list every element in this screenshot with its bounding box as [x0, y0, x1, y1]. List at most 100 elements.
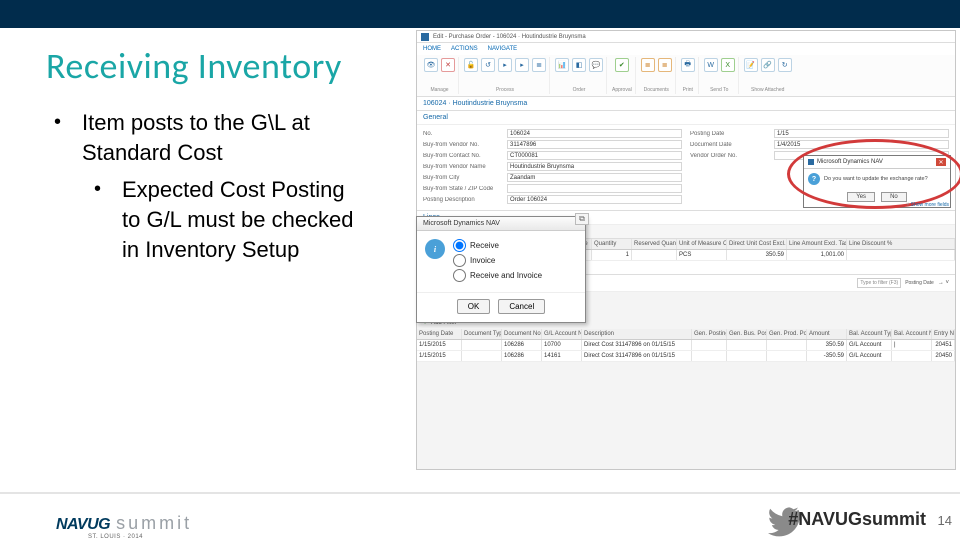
bullet-2: • Expected Cost Posting to G/L must be c…	[94, 175, 354, 264]
cell	[462, 340, 502, 350]
sort-arrow-icon[interactable]: → ˅	[938, 280, 949, 286]
ribbon-group-show: 📝 🔗 ↻ Show Attached	[741, 57, 795, 94]
field-value[interactable]: 31147896	[507, 140, 682, 149]
gle-grid-row[interactable]: 1/15/2015 106286 14161 Direct Cost 31147…	[417, 351, 955, 362]
cell	[767, 351, 807, 361]
links-icon[interactable]: 🔗	[761, 58, 775, 72]
gle-grid-row[interactable]: 1/15/2015 106286 10700 Direct Cost 31147…	[417, 340, 955, 351]
modal-title: Microsoft Dynamics NAV	[417, 217, 585, 231]
word-icon[interactable]: W	[704, 58, 718, 72]
invoice-icon[interactable]: ≣	[658, 58, 672, 72]
radio-invoice[interactable]	[453, 254, 466, 267]
tab-navigate[interactable]: NAVIGATE	[488, 46, 517, 52]
view-icon[interactable]: 👁	[424, 58, 438, 72]
col-duc: Direct Unit Cost Excl. Tax	[727, 239, 787, 249]
field-value[interactable]: 106024	[507, 129, 682, 138]
bullet-dot: •	[94, 175, 122, 264]
field-label: Buy-from Vendor Name	[423, 164, 503, 170]
field-label: No.	[423, 131, 503, 137]
field-value[interactable]: 1/4/2015	[774, 140, 949, 149]
col: Gen. Prod. Posting Group	[767, 329, 807, 339]
bullet-2-text: Expected Cost Posting to G/L must be che…	[122, 175, 354, 264]
show-more-link[interactable]: ˅ Show more fields	[906, 202, 949, 208]
cell: G/L Account	[847, 351, 892, 361]
cell: 1	[592, 250, 632, 260]
option-invoice[interactable]: Invoice	[453, 254, 542, 267]
field-label: Buy-from Contact No.	[423, 153, 503, 159]
field-label: Buy-from State / ZIP Code	[423, 186, 503, 192]
cell: Direct Cost 31147896 on 01/15/15	[582, 351, 692, 361]
ok-button[interactable]: OK	[457, 299, 491, 314]
mini-dialog-message: Do you want to update the exchange rate?	[824, 176, 928, 182]
cell: PCS	[677, 250, 727, 260]
delete-icon[interactable]: ✕	[441, 58, 455, 72]
cell	[847, 250, 955, 260]
col: Entry No.	[932, 329, 955, 339]
no-button[interactable]: No	[881, 192, 907, 202]
print-icon[interactable]: 🖶	[681, 58, 695, 72]
cell: |	[892, 340, 932, 350]
post-icon[interactable]: ▸	[498, 58, 512, 72]
col: G/L Account No.	[542, 329, 582, 339]
option-receive-invoice[interactable]: Receive and Invoice	[453, 269, 542, 282]
ribbon-group-manage: 👁 ✕ Manage	[421, 57, 459, 94]
close-icon[interactable]: ⧉	[575, 213, 589, 225]
field-value[interactable]: 1/15	[774, 129, 949, 138]
receipt-icon[interactable]: ≣	[641, 58, 655, 72]
slide-top-bar	[0, 0, 960, 28]
gle-grid-header: Posting Date Document Type Document No. …	[417, 329, 955, 340]
field-value[interactable]	[507, 184, 682, 193]
filter-input[interactable]: Type to filter (F3)	[857, 278, 901, 288]
col: Document Type	[462, 329, 502, 339]
excel-icon[interactable]: X	[721, 58, 735, 72]
option-receive[interactable]: Receive	[453, 239, 542, 252]
ribbon-group-process: 🔓 ↺ ▸ ▸ ≣ Process	[461, 57, 550, 94]
reopen-icon[interactable]: ↺	[481, 58, 495, 72]
exchange-rate-dialog: Microsoft Dynamics NAV ✕ ? Do you want t…	[803, 155, 951, 208]
field-value[interactable]: Houtindustrie Bruynsma	[507, 162, 682, 171]
release-icon[interactable]: 🔓	[464, 58, 478, 72]
cancel-button[interactable]: Cancel	[498, 299, 545, 314]
statistics-icon[interactable]: 📊	[555, 58, 569, 72]
col-lineamt: Line Amount Excl. Tax	[787, 239, 847, 249]
nav-screenshot: Edit - Purchase Order - 106024 · Houtind…	[416, 30, 956, 470]
cell	[692, 351, 727, 361]
notes-icon[interactable]: 📝	[744, 58, 758, 72]
ribbon-group-label: Documents	[644, 87, 669, 93]
tab-actions[interactable]: ACTIONS	[451, 46, 478, 52]
field-value[interactable]: Order 106024	[507, 195, 682, 204]
radio-receive[interactable]	[453, 239, 466, 252]
col: Bal. Account Type	[847, 329, 892, 339]
comments-icon[interactable]: 💬	[589, 58, 603, 72]
cell: G/L Account	[847, 340, 892, 350]
ribbon-group-order: 📊 ◧ 💬 Order	[552, 57, 607, 94]
bullet-1-text: Item posts to the G\L at Standard Cost	[82, 108, 354, 167]
tab-home[interactable]: HOME	[423, 46, 441, 52]
col: Description	[582, 329, 692, 339]
dimensions-icon[interactable]: ◧	[572, 58, 586, 72]
field-value[interactable]: CT000081	[507, 151, 682, 160]
refresh-icon[interactable]: ↻	[778, 58, 792, 72]
col: Bal. Account No.	[892, 329, 932, 339]
sort-field[interactable]: Posting Date	[905, 280, 934, 286]
cell	[462, 351, 502, 361]
field-value[interactable]: Zaandam	[507, 173, 682, 182]
app-icon	[421, 33, 429, 41]
cell: 350.59	[727, 250, 787, 260]
app-icon	[808, 159, 814, 165]
post-and-print-icon[interactable]: ▸	[515, 58, 529, 72]
radio-receive-invoice[interactable]	[453, 269, 466, 282]
cell	[727, 340, 767, 350]
close-icon[interactable]: ✕	[936, 158, 946, 166]
cell: Direct Cost 31147896 on 01/15/15	[582, 340, 692, 350]
mini-dialog-header: Microsoft Dynamics NAV ✕	[804, 156, 950, 169]
general-left-col: No.106024 Buy-from Vendor No.31147896 Bu…	[423, 129, 682, 206]
yes-button[interactable]: Yes	[847, 192, 875, 202]
test-report-icon[interactable]: ≣	[532, 58, 546, 72]
bullet-list: • Item posts to the G\L at Standard Cost…	[54, 108, 354, 264]
ribbon-group-approval: ✔ Approval	[609, 57, 636, 94]
slide-footer: NAVUG summit ST. LOUIS · 2014 #NAVUGsumm…	[0, 492, 960, 540]
approve-icon[interactable]: ✔	[615, 58, 629, 72]
post-options-dialog: ⧉ Microsoft Dynamics NAV i Receive Invoi…	[416, 216, 586, 323]
ribbon-group-label: Approval	[612, 87, 632, 93]
